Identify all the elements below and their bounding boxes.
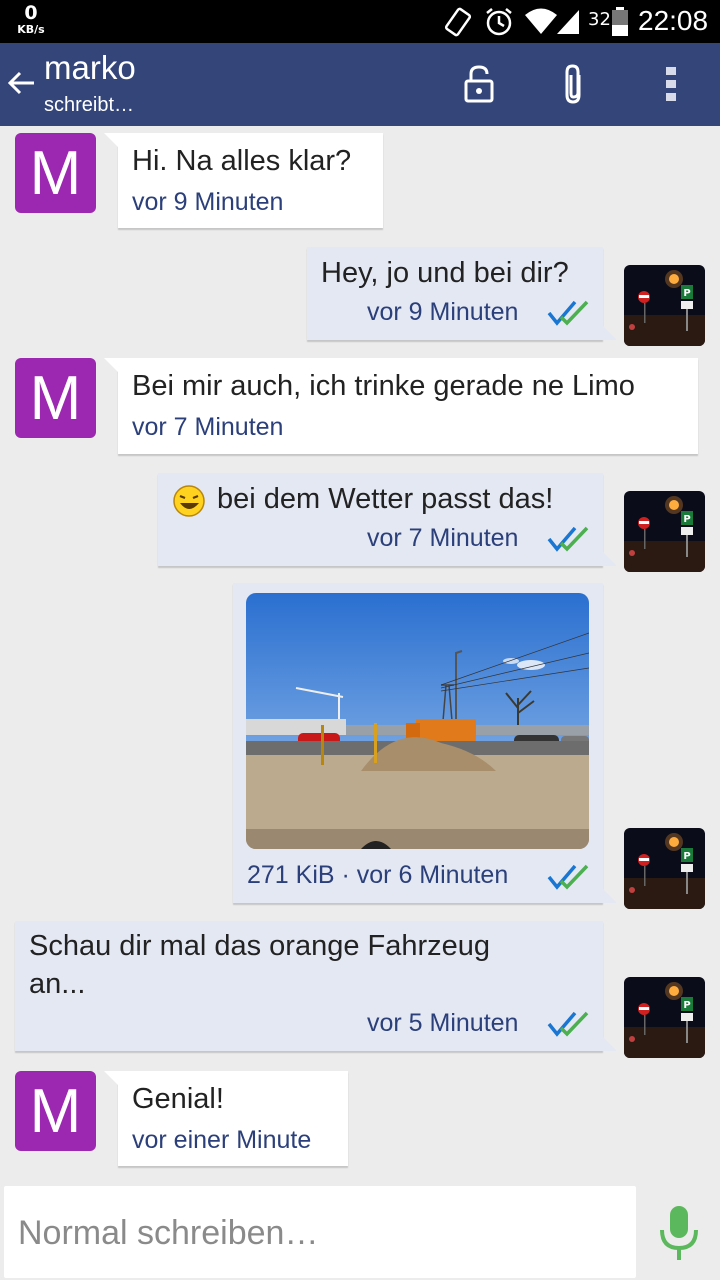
read-receipt-icon	[547, 863, 589, 891]
network-speed-unit: KB/s	[17, 23, 45, 36]
chat-header: marko schreibt…	[0, 43, 720, 126]
own-avatar[interactable]	[624, 491, 705, 572]
network-speed-value: 0	[24, 2, 38, 24]
composer-bar: Normal schreiben…	[0, 1182, 720, 1280]
lock-icon	[464, 65, 494, 103]
message-time: vor 7 Minuten	[367, 524, 519, 552]
message-text: bei dem Wetter passt das!	[217, 483, 554, 515]
own-avatar[interactable]	[624, 977, 705, 1058]
microphone-icon[interactable]	[656, 1204, 702, 1264]
message-text: Bei mir auch, ich trinke gerade ne Limo	[132, 370, 635, 402]
signal-icon	[557, 10, 579, 34]
own-avatar[interactable]	[624, 828, 705, 909]
incoming-message-bubble[interactable]: Bei mir auch, ich trinke gerade ne Limo …	[104, 358, 698, 454]
attach-button[interactable]	[551, 61, 597, 107]
network-speed: 0 KB/s	[14, 2, 48, 36]
rotate-icon	[444, 7, 472, 37]
overflow-menu-button[interactable]	[648, 61, 694, 107]
battery-icon	[612, 7, 628, 36]
contact-avatar[interactable]: M	[15, 133, 96, 213]
contact-name[interactable]: marko	[44, 49, 136, 87]
message-time: vor 7 Minuten	[132, 413, 284, 441]
shared-photo[interactable]	[246, 593, 589, 849]
message-input[interactable]: Normal schreiben…	[4, 1186, 636, 1278]
clock: 22:08	[638, 5, 709, 36]
read-receipt-icon	[547, 1010, 589, 1038]
read-receipt-icon	[547, 525, 589, 553]
message-time: vor 9 Minuten	[132, 188, 284, 216]
message-text: Genial!	[132, 1083, 224, 1115]
paperclip-icon	[565, 64, 581, 104]
outgoing-message-bubble[interactable]: Hey, jo und bei dir? vor 9 Minuten	[307, 247, 617, 340]
incoming-message-bubble[interactable]: Hi. Na alles klar? vor 9 Minuten	[104, 133, 383, 228]
read-receipt-icon	[547, 299, 589, 327]
message-time: vor 9 Minuten	[367, 298, 519, 326]
battery-percent: 32	[588, 9, 611, 30]
message-text: Hey, jo und bei dir?	[321, 257, 569, 289]
message-text: Hi. Na alles klar?	[132, 145, 352, 177]
status-bar: 0 KB/s 32 22:08	[0, 0, 720, 43]
message-text-line-1: Schau dir mal das orange Fahrzeug	[29, 930, 491, 962]
alarm-icon	[486, 8, 512, 36]
laughing-smiley-icon	[173, 485, 205, 517]
incoming-message-bubble[interactable]: Genial! vor einer Minute	[104, 1071, 348, 1166]
wifi-icon	[525, 8, 557, 34]
message-time: vor einer Minute	[132, 1126, 312, 1154]
contact-avatar[interactable]: M	[15, 1071, 96, 1151]
own-avatar[interactable]	[624, 265, 705, 346]
back-arrow-icon[interactable]	[4, 65, 40, 101]
typing-status: schreibt…	[44, 94, 135, 116]
message-time: vor 5 Minuten	[367, 1009, 519, 1037]
contact-avatar[interactable]: M	[15, 358, 96, 438]
image-meta: 271 KiB · vor 6 Minuten	[247, 861, 509, 889]
outgoing-message-bubble[interactable]: bei dem Wetter passt das! vor 7 Minuten	[158, 473, 617, 566]
encryption-button[interactable]	[456, 61, 502, 107]
message-text-line-2: an...	[29, 968, 86, 1000]
overflow-menu-icon	[666, 67, 676, 101]
outgoing-message-bubble[interactable]: Schau dir mal das orange Fahrzeug an... …	[15, 921, 617, 1051]
